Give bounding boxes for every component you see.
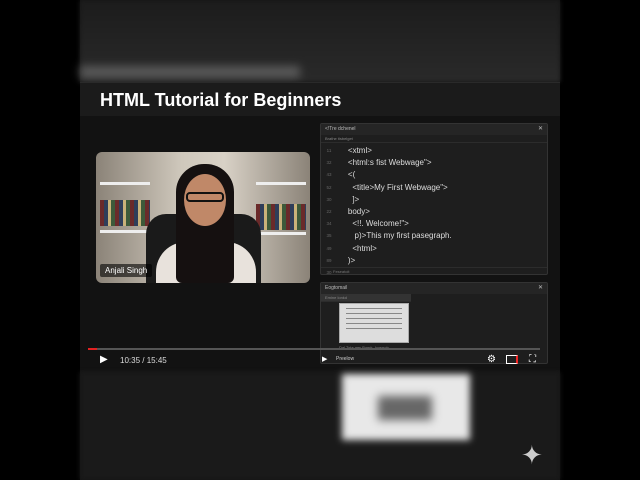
player-controls: ▶ 10:35 / 15:45 ▶ Preelow ⚙ ⛶ xyxy=(80,352,560,370)
code-lines: <xtml> <html:s fist Webwage"> <( <title>… xyxy=(339,145,452,267)
settings-gear-icon[interactable]: ⚙ xyxy=(487,354,496,365)
video-player[interactable]: Anjali Singh <!Tre dchenel ✕ Brathe tisbe… xyxy=(80,116,560,370)
code-line: <xtml> xyxy=(339,146,372,155)
webcam-feed: Anjali Singh xyxy=(96,152,310,283)
code-line: <html:s fist Webwage"> xyxy=(339,158,432,168)
fullscreen-icon[interactable]: ⛶ xyxy=(529,354,536,365)
play-icon[interactable]: ▶ xyxy=(100,354,108,365)
line-number: 89 xyxy=(326,257,332,263)
preview-subtitle: Emine lonkd xyxy=(321,294,411,302)
line-number: 34 xyxy=(326,221,332,227)
line-number: 30 xyxy=(326,196,332,202)
preview-play-icon[interactable]: ▶ xyxy=(322,355,327,363)
line-number: 35 xyxy=(326,233,332,239)
close-icon[interactable]: ✕ xyxy=(538,125,543,132)
line-number: 43 xyxy=(326,172,332,178)
code-editor-panel: <!Tre dchenel ✕ Brathe tisbelget 11 32 43 52… xyxy=(320,123,548,275)
line-number: 52 xyxy=(326,184,332,190)
code-line: body> xyxy=(339,207,370,217)
code-line: ]> xyxy=(339,194,360,204)
progress-bar[interactable] xyxy=(88,348,540,350)
miniplayer-icon[interactable] xyxy=(506,355,518,364)
blurred-background-bottom xyxy=(80,372,560,480)
content-area: HTML Tutorial for Beginners Anjali Singh… xyxy=(80,0,560,480)
preview-label: Preelow xyxy=(336,356,355,362)
time-display: 10:35 / 15:45 xyxy=(120,356,167,365)
line-number: 32 xyxy=(326,160,332,166)
code-line: <title>My First Webwage"> xyxy=(339,182,448,192)
code-line: )> xyxy=(339,255,356,265)
presenter-name-badge: Anjali Singh xyxy=(100,264,153,277)
editor-tab: <!Tre dchenel xyxy=(325,126,356,132)
preview-thumbnail xyxy=(339,303,409,343)
code-line: <( xyxy=(339,170,356,180)
blurred-background-top xyxy=(80,0,560,82)
line-number: 22 xyxy=(326,209,332,215)
code-line: <!!. Welcome!"> xyxy=(339,219,409,229)
preview-tab: Eogtomail xyxy=(325,285,348,291)
line-numbers: 11 32 43 52 30 22 34 35 49 89 30 xyxy=(321,143,337,279)
code-line: <html> xyxy=(339,243,377,253)
sparkle-icon: ✦ xyxy=(521,440,543,470)
line-number: 49 xyxy=(326,245,332,251)
editor-subtitle: Brathe tisbelget xyxy=(321,135,547,143)
video-title: HTML Tutorial for Beginners xyxy=(100,90,342,110)
code-line: p)>This my first pasegraph. xyxy=(339,231,452,241)
editor-footer: Feseatoit xyxy=(321,267,547,274)
line-number: 11 xyxy=(326,148,332,153)
close-icon[interactable]: ✕ xyxy=(538,284,543,291)
title-bar: HTML Tutorial for Beginners xyxy=(80,82,560,116)
